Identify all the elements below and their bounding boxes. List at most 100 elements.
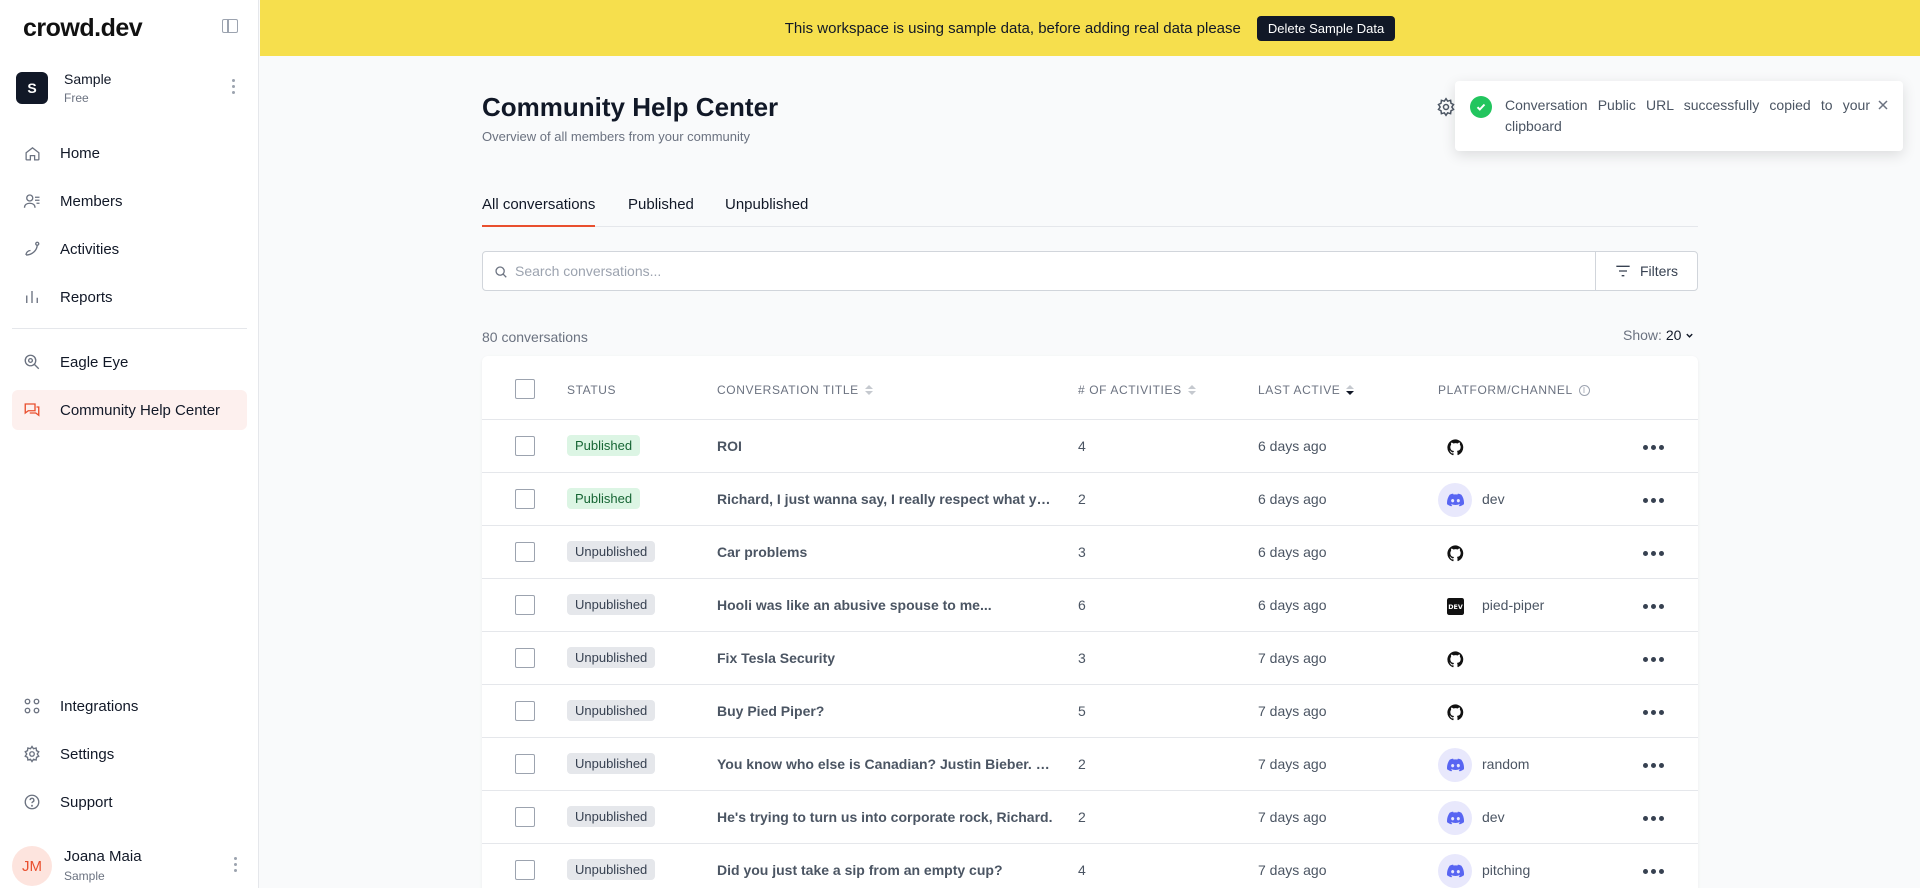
close-icon[interactable] bbox=[1876, 98, 1890, 112]
row-checkbox[interactable] bbox=[515, 542, 535, 562]
sidebar-item-eagle-eye[interactable]: Eagle Eye bbox=[12, 342, 247, 382]
table-row[interactable]: Published ROI 4 6 days ago bbox=[482, 420, 1698, 473]
header-last-active-label: Last active bbox=[1258, 383, 1341, 397]
activities-icon bbox=[23, 240, 41, 258]
status-badge: Published bbox=[567, 488, 641, 509]
filters-label: Filters bbox=[1639, 263, 1679, 279]
table-row[interactable]: Unpublished Car problems 3 6 days ago bbox=[482, 526, 1698, 579]
conversations-count: 80 conversations bbox=[482, 329, 588, 345]
table-row[interactable]: Unpublished He's trying to turn us into c… bbox=[482, 791, 1698, 844]
search-icon bbox=[495, 266, 507, 278]
more-actions-icon[interactable] bbox=[1643, 869, 1664, 874]
conversation-title[interactable]: Did you just take a sip from an empty cu… bbox=[717, 862, 1057, 878]
page-size-select[interactable]: Show: 20 bbox=[1623, 327, 1694, 343]
row-checkbox[interactable] bbox=[515, 860, 535, 880]
header-platform-label: Platform/Channel bbox=[1438, 383, 1573, 397]
search-input[interactable] bbox=[515, 263, 1595, 279]
sidebar-collapse-icon[interactable] bbox=[222, 19, 238, 33]
table-row[interactable]: Unpublished Hooli was like an abusive spo… bbox=[482, 579, 1698, 632]
row-checkbox[interactable] bbox=[515, 701, 535, 721]
github-icon bbox=[1438, 536, 1472, 570]
conversation-title[interactable]: Car problems bbox=[717, 544, 1057, 560]
sidebar-item-label: Reports bbox=[60, 288, 113, 306]
last-active: 7 days ago bbox=[1258, 650, 1327, 666]
workspace-name[interactable]: Sample bbox=[64, 71, 111, 87]
header-status-label: Status bbox=[567, 383, 617, 397]
row-checkbox[interactable] bbox=[515, 436, 535, 456]
sidebar-item-home[interactable]: Home bbox=[12, 133, 247, 173]
conversation-title[interactable]: He's trying to turn us into corporate ro… bbox=[717, 809, 1057, 825]
filters-button[interactable]: Filters bbox=[1595, 251, 1698, 291]
more-actions-icon[interactable] bbox=[1643, 657, 1664, 662]
avatar[interactable]: JM bbox=[12, 846, 52, 886]
sidebar-item-support[interactable]: Support bbox=[12, 782, 247, 822]
row-checkbox[interactable] bbox=[515, 648, 535, 668]
table-row[interactable]: Unpublished Did you just take a sip from … bbox=[482, 844, 1698, 888]
header-last-active[interactable]: Last active bbox=[1258, 383, 1355, 397]
header-title-label: Conversation title bbox=[717, 383, 859, 397]
status-badge: Unpublished bbox=[567, 541, 656, 562]
last-active: 7 days ago bbox=[1258, 862, 1327, 878]
tab-unpublished[interactable]: Unpublished bbox=[725, 196, 808, 227]
home-icon bbox=[23, 144, 41, 162]
user-menu-icon[interactable] bbox=[234, 857, 237, 872]
sidebar-item-label: Activities bbox=[60, 240, 120, 258]
workspace-menu-icon[interactable] bbox=[231, 79, 235, 97]
table-row[interactable]: Unpublished Fix Tesla Security 3 7 days ago bbox=[482, 632, 1698, 685]
user-name[interactable]: Joana Maia bbox=[64, 848, 142, 865]
header-title[interactable]: Conversation title bbox=[717, 383, 873, 397]
conversation-title[interactable]: Hooli was like an abusive spouse to me..… bbox=[717, 597, 1057, 613]
sidebar-item-settings[interactable]: Settings bbox=[12, 734, 247, 774]
sidebar: crowd.dev S Sample Free Home Members Act… bbox=[0, 0, 259, 888]
more-actions-icon[interactable] bbox=[1643, 816, 1664, 821]
conversation-title[interactable]: Fix Tesla Security bbox=[717, 650, 1057, 666]
workspace-avatar[interactable]: S bbox=[16, 72, 48, 104]
sidebar-item-community-help-center[interactable]: Community Help Center bbox=[12, 390, 247, 430]
table-row[interactable]: Published Richard, I just wanna say, I re… bbox=[482, 473, 1698, 526]
row-checkbox[interactable] bbox=[515, 807, 535, 827]
table-header: Status Conversation title # of activitie… bbox=[482, 356, 1698, 420]
header-activities[interactable]: # of activities bbox=[1078, 383, 1196, 397]
sidebar-item-integrations[interactable]: Integrations bbox=[12, 686, 247, 726]
conversation-title[interactable]: Buy Pied Piper? bbox=[717, 703, 1057, 719]
delete-sample-data-button[interactable]: Delete Sample Data bbox=[1256, 15, 1396, 41]
more-actions-icon[interactable] bbox=[1643, 710, 1664, 715]
status-badge: Published bbox=[567, 435, 641, 456]
sort-icon bbox=[1187, 385, 1196, 395]
activities-count: 4 bbox=[1078, 862, 1086, 878]
discord-icon bbox=[1438, 854, 1472, 888]
status-badge: Unpublished bbox=[567, 647, 656, 668]
sidebar-item-members[interactable]: Members bbox=[12, 181, 247, 221]
select-all-checkbox[interactable] bbox=[515, 379, 535, 399]
more-actions-icon[interactable] bbox=[1643, 551, 1664, 556]
row-checkbox[interactable] bbox=[515, 754, 535, 774]
chat-icon bbox=[23, 401, 41, 419]
info-icon[interactable]: i bbox=[1578, 384, 1590, 396]
activities-count: 3 bbox=[1078, 544, 1086, 560]
settings-gear-icon[interactable] bbox=[1436, 97, 1456, 117]
row-checkbox[interactable] bbox=[515, 489, 535, 509]
more-actions-icon[interactable] bbox=[1643, 604, 1664, 609]
row-checkbox[interactable] bbox=[515, 595, 535, 615]
sidebar-item-label: Eagle Eye bbox=[60, 353, 129, 371]
sidebar-item-label: Community Help Center bbox=[60, 401, 221, 419]
sidebar-item-activities[interactable]: Activities bbox=[12, 229, 247, 269]
activities-count: 6 bbox=[1078, 597, 1086, 613]
conversation-title[interactable]: ROI bbox=[717, 438, 1057, 454]
tab-published[interactable]: Published bbox=[628, 196, 694, 227]
sidebar-item-label: Support bbox=[60, 793, 113, 811]
github-icon bbox=[1438, 695, 1472, 729]
app-logo[interactable]: crowd.dev bbox=[23, 14, 143, 43]
tab-all-conversations[interactable]: All conversations bbox=[482, 196, 596, 227]
more-actions-icon[interactable] bbox=[1643, 445, 1664, 450]
search-box bbox=[482, 251, 1596, 291]
more-actions-icon[interactable] bbox=[1643, 498, 1664, 503]
table-row[interactable]: Unpublished You know who else is Canadian… bbox=[482, 738, 1698, 791]
conversation-title[interactable]: You know who else is Canadian? Justin Bi… bbox=[717, 756, 1057, 772]
sidebar-item-reports[interactable]: Reports bbox=[12, 277, 247, 317]
sidebar-item-label: Home bbox=[60, 144, 101, 162]
table-row[interactable]: Unpublished Buy Pied Piper? 5 7 days ago bbox=[482, 685, 1698, 738]
last-active: 6 days ago bbox=[1258, 491, 1327, 507]
more-actions-icon[interactable] bbox=[1643, 763, 1664, 768]
conversation-title[interactable]: Richard, I just wanna say, I really resp… bbox=[717, 491, 1057, 507]
